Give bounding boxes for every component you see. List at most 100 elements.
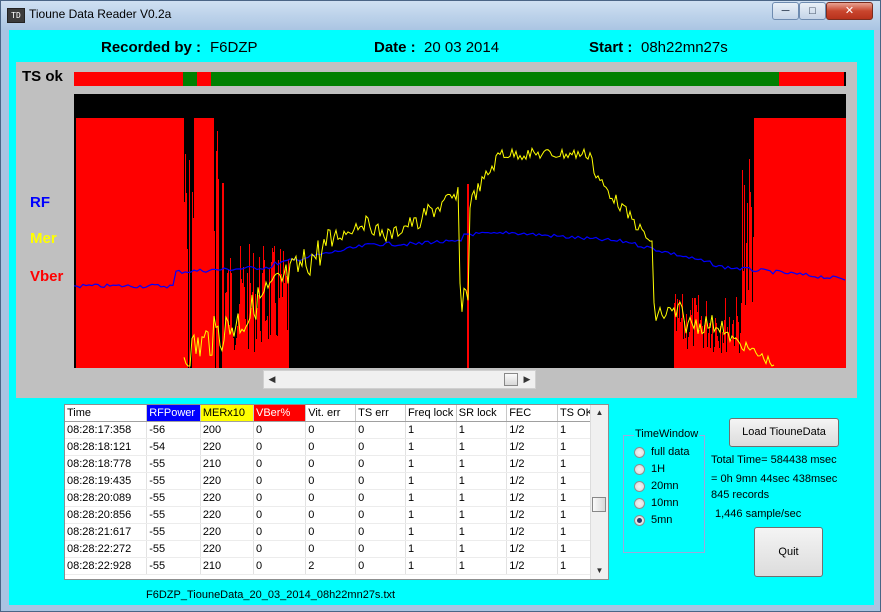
table-cell[interactable]: -55	[146, 489, 201, 507]
scroll-thumb[interactable]	[504, 373, 518, 386]
table-cell[interactable]: -55	[146, 540, 201, 558]
table-cell[interactable]: 1/2	[506, 472, 558, 490]
table-cell[interactable]: 08:28:19:435	[65, 472, 148, 490]
table-row[interactable]: 08:28:20:089 -55 220 0 0 0 1 1 1/2 1	[65, 489, 608, 507]
table-row[interactable]: 08:28:17:358 -56 200 0 0 0 1 1 1/2 1	[65, 421, 608, 439]
scroll-left-icon[interactable]: ◀	[264, 371, 280, 388]
table-cell[interactable]: 0	[253, 472, 307, 490]
table-cell[interactable]: 0	[253, 489, 307, 507]
table-cell[interactable]: 1	[456, 421, 508, 439]
table-row[interactable]: 08:28:18:778 -55 210 0 0 0 1 1 1/2 1	[65, 455, 608, 473]
table-cell[interactable]: 1	[405, 472, 457, 490]
table-cell[interactable]: 220	[200, 540, 254, 558]
table-cell[interactable]: 1	[405, 489, 457, 507]
table-cell[interactable]: 08:28:18:121	[65, 438, 148, 456]
table-cell[interactable]: 0	[253, 557, 307, 575]
table-cell[interactable]: 08:28:22:272	[65, 540, 148, 558]
table-cell[interactable]: 0	[355, 472, 406, 490]
table-cell[interactable]: 0	[253, 540, 307, 558]
column-header[interactable]: TS err	[355, 405, 406, 422]
table-cell[interactable]: 220	[200, 472, 254, 490]
column-header[interactable]: VBer%	[253, 405, 307, 422]
table-scroll-thumb[interactable]	[592, 497, 606, 512]
table-cell[interactable]: -55	[146, 557, 201, 575]
radio-icon[interactable]	[634, 498, 645, 509]
table-cell[interactable]: 08:28:22:928	[65, 557, 148, 575]
column-header[interactable]: MERx10	[200, 405, 254, 422]
column-header[interactable]: Freq lock	[405, 405, 457, 422]
table-cell[interactable]: 1/2	[506, 421, 558, 439]
scroll-up-icon[interactable]: ▲	[591, 405, 608, 421]
column-header[interactable]: FEC	[506, 405, 558, 422]
table-cell[interactable]: 1	[456, 489, 508, 507]
table-cell[interactable]: 1	[456, 506, 508, 524]
table-cell[interactable]: 0	[253, 455, 307, 473]
table-cell[interactable]: 0	[305, 421, 357, 439]
table-cell[interactable]: 1/2	[506, 540, 558, 558]
table-cell[interactable]: 08:28:21:617	[65, 523, 148, 541]
table-cell[interactable]: 1	[405, 455, 457, 473]
table-cell[interactable]: 1	[456, 455, 508, 473]
table-cell[interactable]: 220	[200, 438, 254, 456]
table-row[interactable]: 08:28:21:617 -55 220 0 0 0 1 1 1/2 1	[65, 523, 608, 541]
table-cell[interactable]: 0	[355, 438, 406, 456]
table-cell[interactable]: 1	[456, 557, 508, 575]
table-cell[interactable]: 1	[456, 540, 508, 558]
table-cell[interactable]: 1/2	[506, 523, 558, 541]
table-cell[interactable]: 1	[405, 540, 457, 558]
table-cell[interactable]: 1	[405, 421, 457, 439]
time-scrollbar[interactable]: ◀ ▶	[263, 370, 536, 389]
table-cell[interactable]: 0	[305, 455, 357, 473]
scroll-down-icon[interactable]: ▼	[591, 563, 608, 579]
table-cell[interactable]: 0	[253, 506, 307, 524]
table-cell[interactable]: 0	[355, 506, 406, 524]
table-cell[interactable]: 1/2	[506, 557, 558, 575]
table-cell[interactable]: -54	[146, 438, 201, 456]
table-cell[interactable]: 0	[305, 506, 357, 524]
table-cell[interactable]: 220	[200, 523, 254, 541]
table-cell[interactable]: 1/2	[506, 489, 558, 507]
radio-icon[interactable]	[634, 464, 645, 475]
table-cell[interactable]: 200	[200, 421, 254, 439]
table-cell[interactable]: 0	[305, 472, 357, 490]
table-row[interactable]: 08:28:20:856 -55 220 0 0 0 1 1 1/2 1	[65, 506, 608, 524]
table-row[interactable]: 08:28:22:928 -55 210 0 2 0 1 1 1/2 1	[65, 557, 608, 575]
minimize-button[interactable]: ─	[772, 2, 799, 20]
table-cell[interactable]: 0	[355, 455, 406, 473]
quit-button[interactable]: Quit	[754, 527, 823, 577]
table-cell[interactable]: 1/2	[506, 438, 558, 456]
column-header[interactable]: SR lock	[456, 405, 508, 422]
table-cell[interactable]: 08:28:17:358	[65, 421, 148, 439]
table-cell[interactable]: 0	[253, 438, 307, 456]
table-cell[interactable]: 220	[200, 506, 254, 524]
close-button[interactable]: ✕	[826, 2, 873, 20]
table-cell[interactable]: 1	[405, 523, 457, 541]
table-cell[interactable]: 1	[405, 438, 457, 456]
table-cell[interactable]: 0	[305, 540, 357, 558]
table-cell[interactable]: 0	[305, 523, 357, 541]
load-tiounedata-button[interactable]: Load TiouneData	[729, 418, 839, 447]
table-cell[interactable]: 220	[200, 489, 254, 507]
table-cell[interactable]: 08:28:20:856	[65, 506, 148, 524]
table-cell[interactable]: -55	[146, 472, 201, 490]
column-header[interactable]: Time	[65, 405, 148, 422]
table-cell[interactable]: -55	[146, 523, 201, 541]
table-cell[interactable]: 210	[200, 455, 254, 473]
table-cell[interactable]: -55	[146, 506, 201, 524]
table-scrollbar[interactable]: ▲ ▼	[590, 405, 608, 579]
table-cell[interactable]: 210	[200, 557, 254, 575]
table-cell[interactable]: 1/2	[506, 506, 558, 524]
table-cell[interactable]: 0	[355, 557, 406, 575]
table-cell[interactable]: 1	[456, 438, 508, 456]
maximize-button[interactable]: □	[799, 2, 826, 20]
table-row[interactable]: 08:28:19:435 -55 220 0 0 0 1 1 1/2 1	[65, 472, 608, 490]
table-cell[interactable]: 1/2	[506, 455, 558, 473]
table-cell[interactable]: 08:28:18:778	[65, 455, 148, 473]
table-cell[interactable]: 0	[355, 523, 406, 541]
radio-icon[interactable]	[634, 447, 645, 458]
table-cell[interactable]: 1	[456, 472, 508, 490]
radio-icon[interactable]	[634, 481, 645, 492]
table-cell[interactable]: 0	[305, 489, 357, 507]
radio-icon[interactable]	[634, 515, 645, 526]
table-row[interactable]: 08:28:22:272 -55 220 0 0 0 1 1 1/2 1	[65, 540, 608, 558]
